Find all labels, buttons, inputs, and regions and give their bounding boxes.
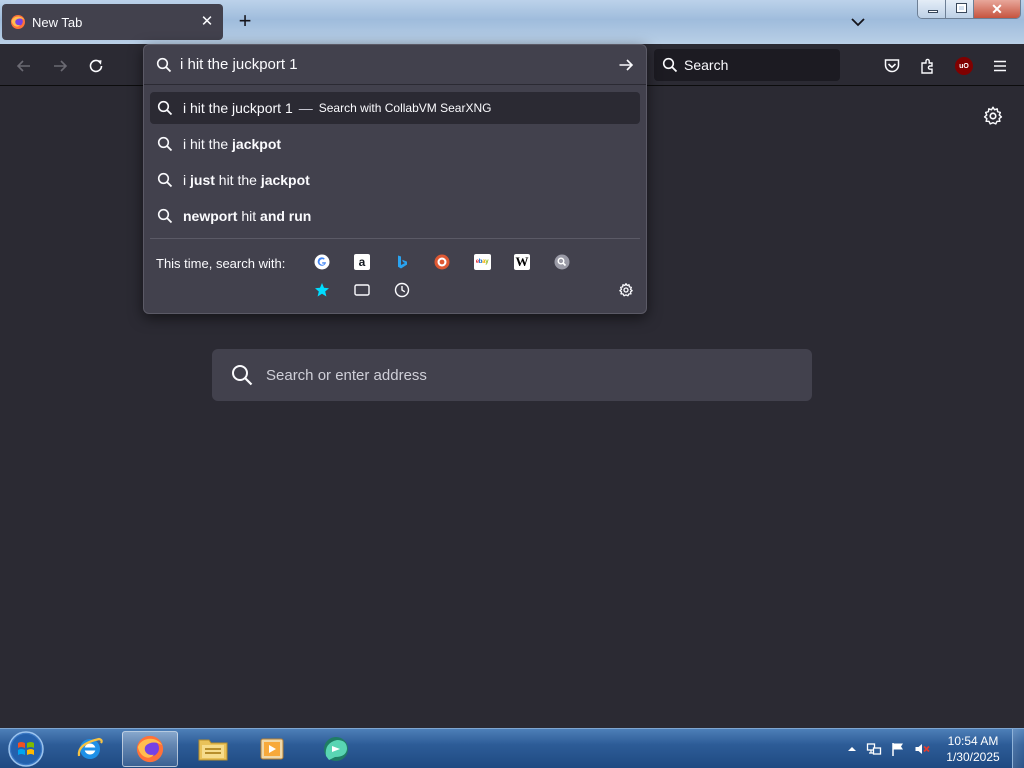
media-player-icon [260, 738, 284, 760]
show-hidden-icons-icon[interactable] [844, 741, 860, 757]
taskbar-chat-app[interactable] [308, 731, 364, 767]
search-icon [232, 365, 253, 386]
taskbar-firefox[interactable] [122, 731, 178, 767]
pocket-button[interactable] [878, 52, 906, 80]
firefox-icon [136, 735, 164, 763]
suggestion-row[interactable]: i hit the jackpot [150, 128, 640, 160]
search-icon [157, 172, 173, 188]
suggestion-row[interactable]: i hit the juckport 1 — Search with Colla… [150, 92, 640, 124]
tabs-icon[interactable] [352, 280, 372, 300]
action-center-flag-icon[interactable] [890, 741, 906, 757]
duckduckgo-icon[interactable] [432, 252, 452, 272]
hamburger-menu-icon [994, 60, 1006, 72]
suggestion-separator: — [298, 100, 313, 116]
amazon-icon[interactable]: a [352, 252, 372, 272]
ublock-label: uO [959, 62, 969, 70]
pocket-icon [884, 59, 900, 73]
start-button[interactable] [6, 730, 46, 768]
search-icon [157, 100, 173, 116]
search-placeholder: Search [684, 57, 729, 73]
newtab-search-placeholder: Search or enter address [266, 366, 427, 384]
search-with-label: This time, search with: [156, 256, 286, 271]
history-clock-icon[interactable] [392, 280, 412, 300]
clock-time: 10:54 AM [947, 734, 999, 748]
back-arrow-icon [16, 60, 30, 72]
search-icon [157, 136, 173, 152]
search-input[interactable]: Search [654, 49, 840, 81]
bookmarks-star-icon[interactable] [312, 280, 332, 300]
plus-icon[interactable]: + [233, 10, 257, 34]
wikipedia-icon[interactable]: W [512, 252, 532, 272]
suggestion-text: i hit the jackpot [183, 136, 282, 152]
extensions-icon [921, 58, 933, 74]
gear-icon[interactable] [982, 105, 1004, 127]
search-icon [156, 57, 172, 72]
tab-title: New Tab [32, 14, 83, 30]
suggestion-text: i hit the juckport 1 [183, 100, 293, 116]
taskbar-media-player[interactable] [244, 731, 300, 767]
network-icon[interactable] [866, 741, 882, 757]
clock[interactable]: 10:54 AM 1/30/2025 [934, 733, 1012, 765]
url-input[interactable]: i hit the juckport 1 [144, 45, 646, 85]
suggestion-row[interactable]: i just hit the jackpot [150, 164, 640, 196]
newtab-search-input[interactable]: Search or enter address [212, 349, 812, 401]
ublock-origin-icon: uO [955, 57, 973, 75]
url-input-value: i hit the juckport 1 [180, 56, 298, 73]
reload-button[interactable] [82, 52, 110, 80]
close-icon[interactable]: ✕ [199, 14, 215, 30]
searxng-icon[interactable] [552, 252, 572, 272]
ublock-origin-button[interactable]: uO [950, 52, 978, 80]
search-icon [157, 208, 173, 224]
close-icon[interactable]: ✕ [974, 0, 1020, 18]
search-icon [662, 57, 678, 73]
extensions-button[interactable] [914, 52, 942, 80]
chevron-down-icon[interactable] [848, 12, 868, 32]
internet-explorer-icon [77, 737, 103, 759]
gear-icon[interactable] [616, 280, 636, 300]
forward-arrow-icon [54, 60, 68, 72]
menu-button[interactable] [986, 52, 1014, 80]
divider [150, 238, 640, 239]
minimize-icon[interactable] [918, 0, 947, 18]
tab-new-tab[interactable]: New Tab ✕ [2, 4, 223, 40]
tab-strip: New Tab ✕ + ✕ [0, 0, 1024, 44]
window-controls: ✕ [917, 0, 1021, 19]
suggestion-action: Search with CollabVM SearXNG [318, 101, 492, 115]
forward-button[interactable] [46, 52, 74, 80]
file-explorer-icon [198, 739, 228, 761]
windows-start-icon [8, 731, 44, 767]
restore-icon[interactable] [946, 0, 975, 18]
chat-app-icon [324, 737, 348, 761]
urlbar-popup: i hit the juckport 1 i hit the juckport … [143, 44, 647, 314]
arrow-right-icon [619, 58, 634, 71]
show-desktop-button[interactable] [1012, 729, 1024, 768]
volume-muted-icon[interactable] [914, 741, 930, 757]
back-button[interactable] [10, 52, 38, 80]
taskbar: 10:54 AM 1/30/2025 [0, 728, 1024, 768]
google-icon[interactable] [312, 252, 332, 272]
clock-date: 1/30/2025 [946, 750, 1000, 764]
ebay-icon[interactable]: ebay [472, 252, 492, 272]
suggestion-text: i just hit the jackpot [183, 172, 310, 188]
firefox-icon [11, 15, 25, 29]
suggestion-row[interactable]: newport hit and run [150, 200, 640, 232]
taskbar-file-explorer[interactable] [185, 731, 241, 767]
taskbar-internet-explorer[interactable] [62, 731, 118, 767]
go-button[interactable] [606, 45, 646, 85]
reload-icon [89, 59, 103, 73]
suggestion-text: newport hit and run [183, 208, 312, 224]
bing-icon[interactable] [392, 252, 412, 272]
